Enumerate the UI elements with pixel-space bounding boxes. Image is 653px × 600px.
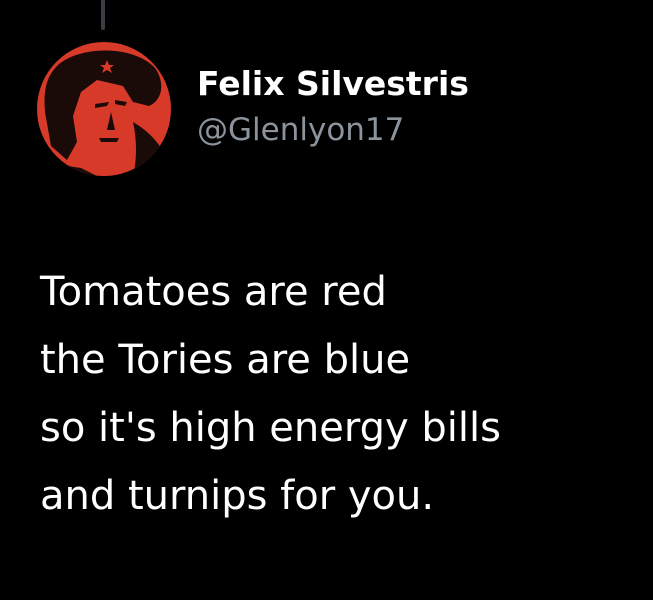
avatar[interactable] — [37, 42, 171, 176]
tweet-line: so it's high energy bills — [40, 405, 501, 451]
user-handle[interactable]: @Glenlyon17 — [197, 110, 469, 150]
tweet-line: Tomatoes are red — [40, 269, 387, 315]
tweet-line: the Tories are blue — [40, 337, 411, 383]
thread-connector-line — [101, 0, 105, 30]
tweet-header: Felix Silvestris @Glenlyon17 — [37, 42, 469, 176]
tweet-line: and turnips for you. — [40, 473, 435, 519]
display-name[interactable]: Felix Silvestris — [197, 64, 469, 104]
author-info: Felix Silvestris @Glenlyon17 — [197, 64, 469, 150]
tweet-body: Tomatoes are red the Tories are blue so … — [40, 258, 640, 530]
avatar-image — [37, 42, 171, 176]
